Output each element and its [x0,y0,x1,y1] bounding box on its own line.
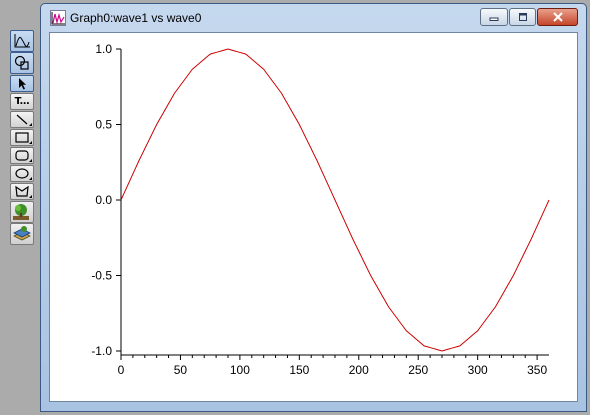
shapes-icon [14,55,29,70]
graph-icon [14,34,30,48]
rounded-rectangle-tool[interactable] [10,147,34,164]
close-button[interactable] [537,8,578,26]
y-tick-label: 0.5 [95,118,112,132]
y-tick-label: -1.0 [91,344,112,358]
text-tool-icon: T... [14,96,30,107]
window-title: Graph0:wave1 vs wave0 [70,11,202,25]
submenu-indicator-icon [29,177,32,180]
submenu-indicator-icon [29,141,32,144]
line-icon [16,114,28,125]
x-tick-label: 50 [174,363,188,377]
close-icon [552,12,563,22]
x-tick-label: 200 [349,363,369,377]
polygon-tool[interactable] [10,183,34,200]
maximize-button[interactable] [509,8,536,26]
oval-tool[interactable] [10,165,34,182]
x-tick-label: 0 [118,363,125,377]
line-tool[interactable] [10,111,34,128]
sine-plot[interactable]: 1.0 0.5 0.0 -0.5 -1.0 0 50 100 150 200 250 300 350 [50,33,577,401]
submenu-indicator-icon [29,123,32,126]
picture-tool[interactable] [10,201,34,223]
rectangle-tool[interactable] [10,129,34,146]
y-tick-label: -0.5 [91,269,112,283]
annotation-tool[interactable] [10,223,34,245]
text-tool[interactable]: T... [10,93,34,110]
graph-app-icon [50,10,66,26]
wave1-trace [120,48,550,352]
drawing-mode-tool[interactable] [10,52,34,74]
minimize-button[interactable] [480,8,508,26]
window-titlebar[interactable]: Graph0:wave1 vs wave0 [41,4,586,32]
submenu-indicator-icon [29,195,32,198]
stack-picture-icon [13,226,31,241]
arrow-tool[interactable] [10,75,34,92]
x-tick-label: 300 [468,363,488,377]
y-tick-label: 0.0 [95,193,112,207]
tree-picture-icon [13,204,29,220]
minimize-icon [489,17,499,21]
rounded-rectangle-icon [15,150,29,161]
y-tick-label: 1.0 [95,42,112,56]
x-tick-label: 150 [289,363,309,377]
submenu-indicator-icon [29,159,32,162]
rectangle-icon [15,132,29,143]
graph-window: Graph0:wave1 vs wave0 1.0 0.5 0.0 -0.5 -1.0 0… [40,3,587,412]
x-tick-label: 100 [230,363,250,377]
x-tick-label: 250 [408,363,428,377]
graph-plot-area[interactable]: 1.0 0.5 0.0 -0.5 -1.0 0 50 100 150 200 250 300 350 [49,32,578,402]
restore-icon [518,13,527,21]
x-tick-label: 350 [527,363,547,377]
graph-mode-tool[interactable] [10,30,34,52]
oval-icon [15,168,29,179]
polygon-icon [15,185,29,197]
arrow-pointer-icon [19,78,26,90]
